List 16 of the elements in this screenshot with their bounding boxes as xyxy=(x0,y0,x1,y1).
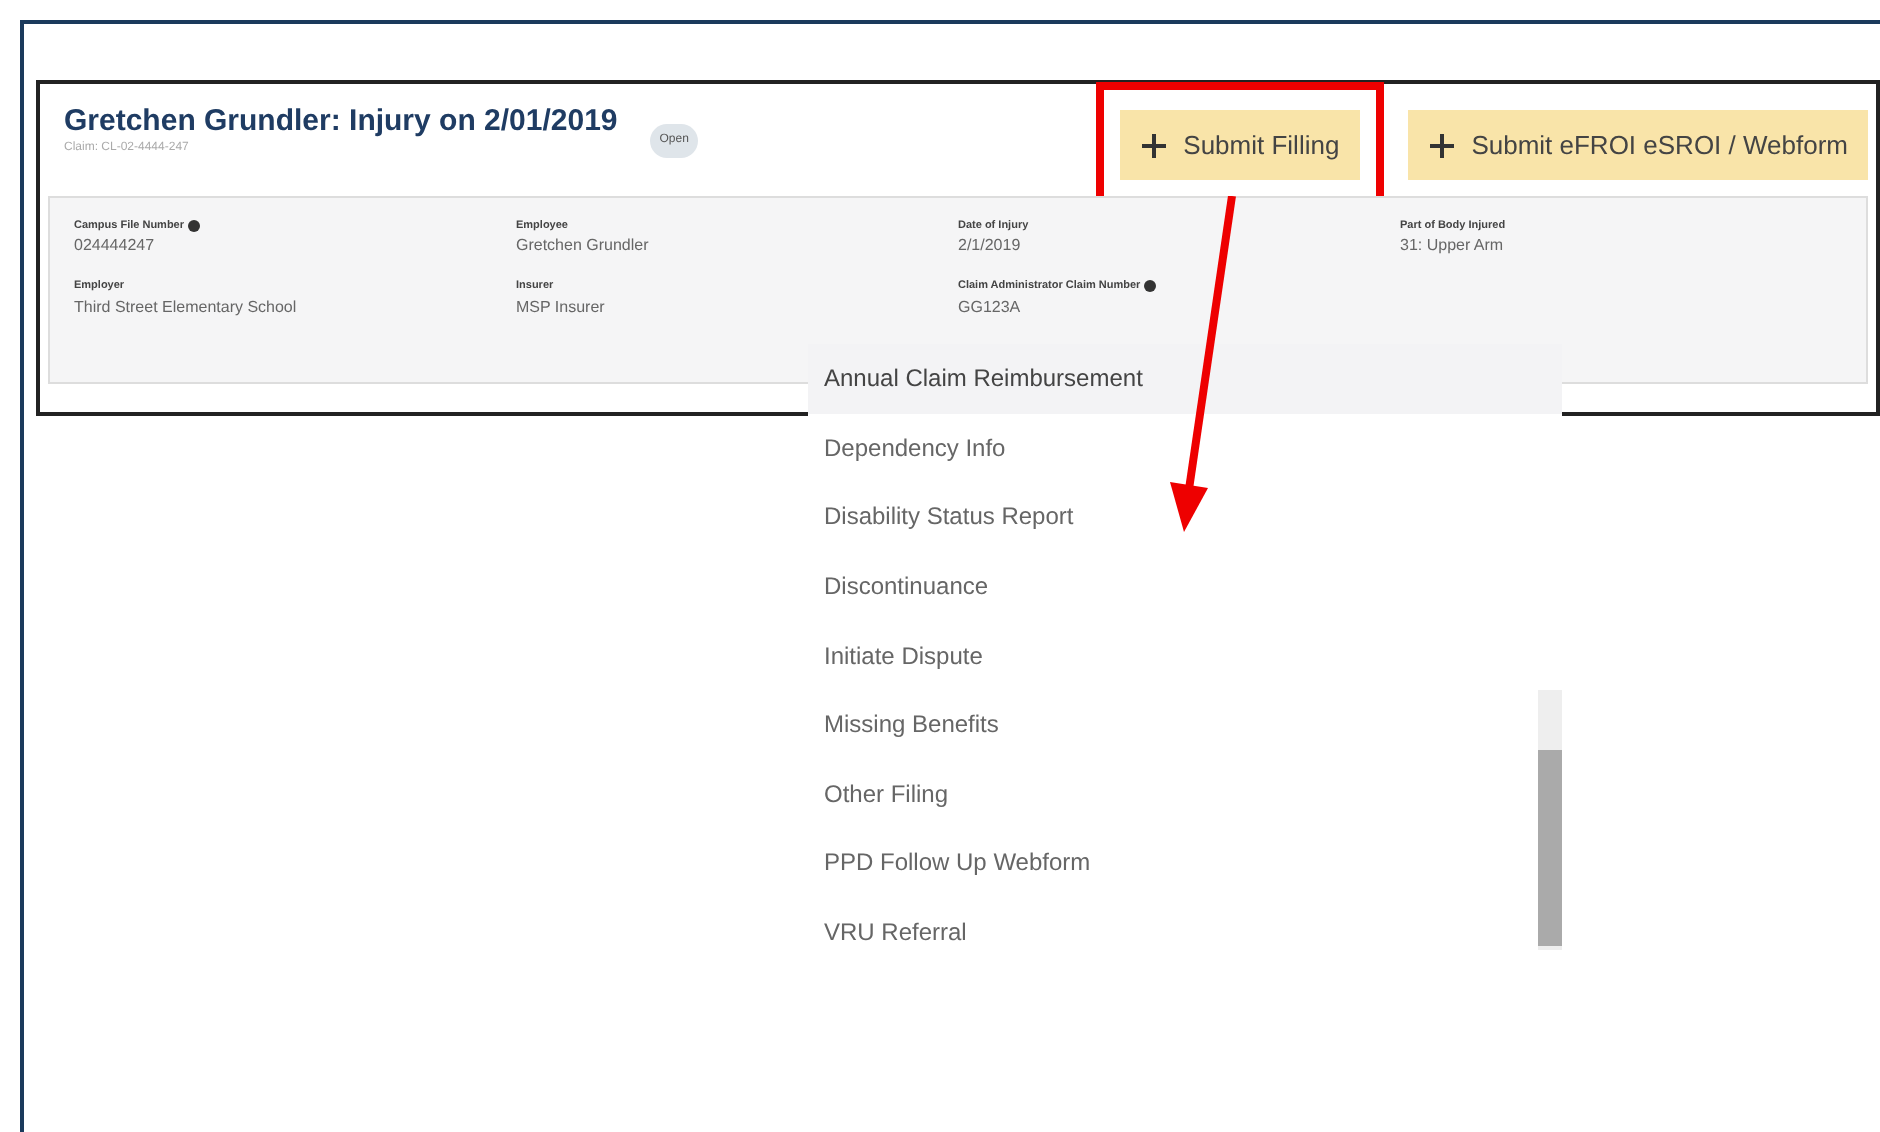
field-value: 024444247 xyxy=(74,234,157,259)
submit-button[interactable]: Submit eFROI eSROI / Webform xyxy=(1407,110,1868,180)
field-value: 2/1/2019 xyxy=(958,234,1023,259)
field-value: Third Street Elementary School xyxy=(74,295,299,319)
field-value: MSP Insurer xyxy=(516,295,607,319)
plus-icon xyxy=(1427,131,1456,159)
plus-icon xyxy=(1139,131,1168,159)
info-icon xyxy=(188,220,201,233)
menu-item[interactable]: Annual Claim Reimbursement xyxy=(808,344,1562,414)
field-value: 31: Upper Arm xyxy=(1400,234,1506,259)
field-value: Gretchen Grundler xyxy=(516,234,651,259)
field-value: GG123A xyxy=(958,295,1023,319)
submit-button[interactable]: Submit Filling xyxy=(1119,110,1360,180)
scrollbar[interactable] xyxy=(1538,690,1562,950)
info-icon xyxy=(1144,280,1157,293)
claim-title: Gretchen Grundler: Injury on 2/01/2019 xyxy=(64,104,618,140)
